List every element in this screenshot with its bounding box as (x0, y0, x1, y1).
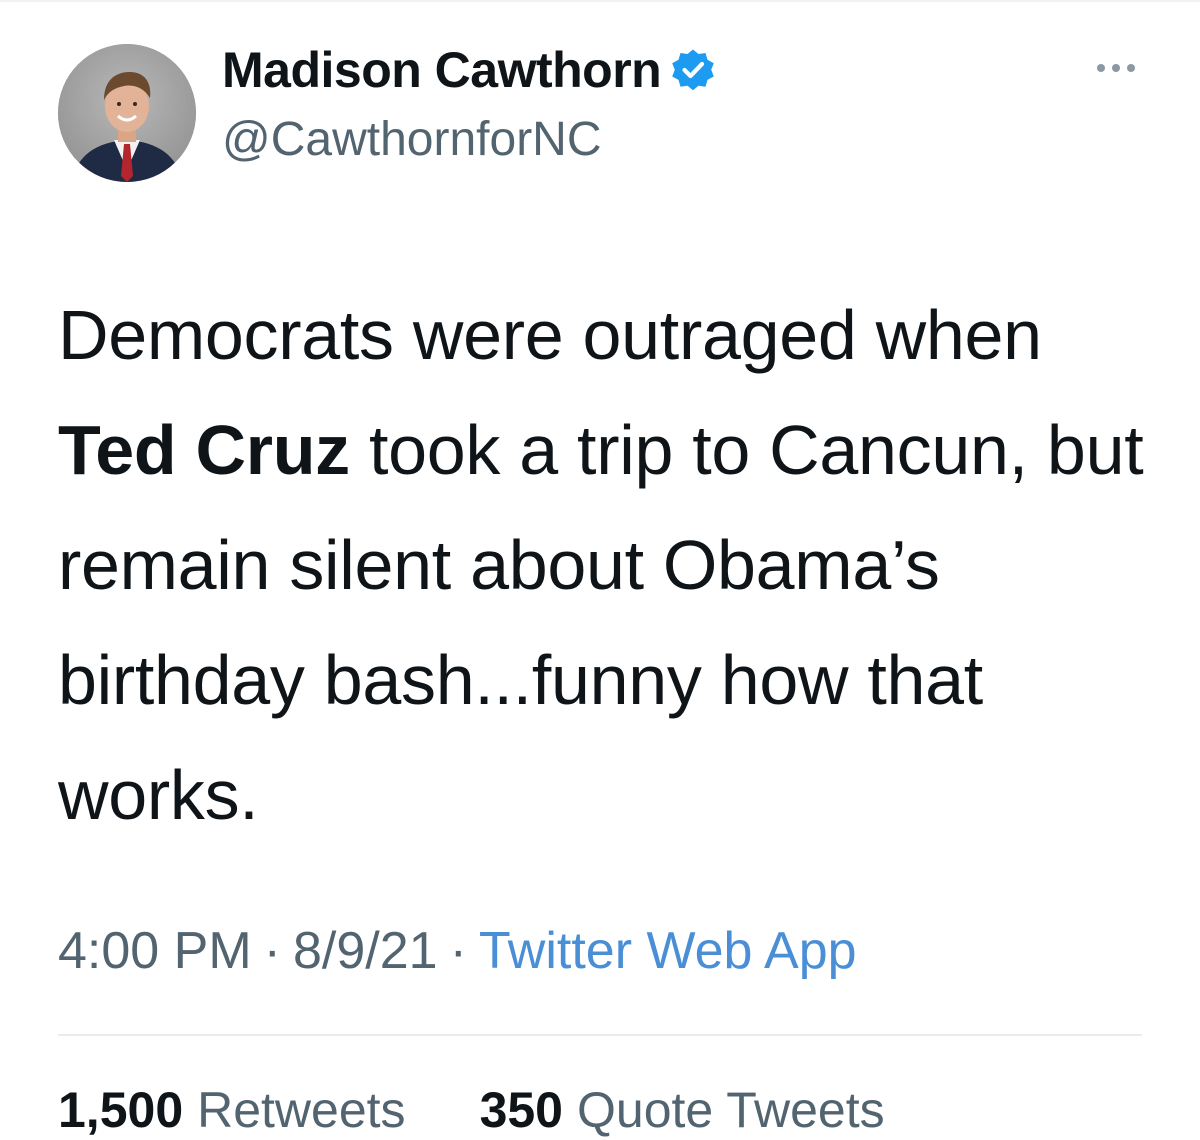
avatar[interactable] (58, 44, 196, 182)
tweet-stats: 1,500 Retweets 350 Quote Tweets (58, 1080, 959, 1140)
quotes-label[interactable]: Quote Tweets (577, 1080, 885, 1140)
quotes-count[interactable]: 350 (480, 1080, 563, 1140)
tweet-source-link[interactable]: Twitter Web App (479, 916, 857, 986)
more-options-button[interactable] (1088, 52, 1144, 84)
retweets-label[interactable]: Retweets (197, 1080, 405, 1140)
tweet-text: Democrats were outraged when Ted Cruz to… (58, 278, 1148, 853)
meta-separator: · (263, 922, 281, 980)
meta-separator: · (449, 922, 467, 980)
avatar-image (58, 44, 196, 182)
retweets-count[interactable]: 1,500 (58, 1080, 183, 1140)
stats-divider (58, 1034, 1142, 1036)
name-row: Madison Cawthorn (222, 38, 982, 102)
tweet-date[interactable]: 8/9/21 (293, 916, 438, 986)
tweet-meta: 4:00 PM · 8/9/21 · Twitter Web App (58, 916, 857, 986)
display-name[interactable]: Madison Cawthorn (222, 38, 662, 102)
more-horizontal-icon (1097, 64, 1135, 72)
verified-badge-icon (669, 46, 717, 94)
tweet-text-before: Democrats were outraged when (58, 296, 1042, 374)
tweet-mention: Ted Cruz (58, 411, 350, 489)
tweet-time[interactable]: 4:00 PM (58, 916, 252, 986)
author-block: Madison Cawthorn @CawthornforNC (222, 38, 982, 170)
top-divider (0, 0, 1200, 2)
tweet-card: Madison Cawthorn @CawthornforNC Democrat… (0, 0, 1200, 1138)
handle[interactable]: @CawthornforNC (222, 110, 982, 170)
